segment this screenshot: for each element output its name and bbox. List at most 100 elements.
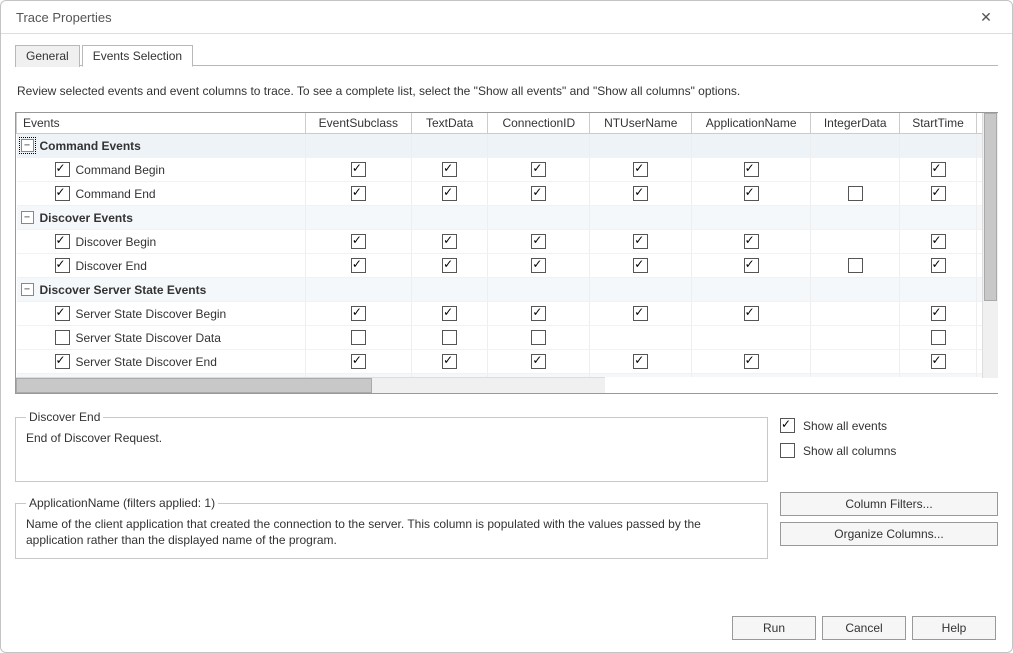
cell-checkbox[interactable] [744,186,759,201]
event-label: Server State Discover Data [76,331,221,345]
col-eventsubclass[interactable]: EventSubclass [305,113,411,134]
col-starttime[interactable]: StartTime [900,113,976,134]
cell-checkbox[interactable] [931,234,946,249]
cell-checkbox[interactable] [931,354,946,369]
close-icon[interactable]: ✕ [970,1,1002,33]
run-button[interactable]: Run [732,616,816,640]
column-filters-button[interactable]: Column Filters... [780,492,998,516]
event-row-checkbox[interactable] [55,354,70,369]
cell-checkbox[interactable] [931,162,946,177]
cell-checkbox[interactable] [442,306,457,321]
cell-checkbox[interactable] [848,186,863,201]
col-applicationname[interactable]: ApplicationName [692,113,811,134]
cell-checkbox[interactable] [351,306,366,321]
show-all-columns-checkbox[interactable] [780,443,795,458]
column-help-text: Name of the client application that crea… [26,516,757,548]
col-integerdata[interactable]: IntegerData [811,113,900,134]
group-row[interactable]: −Discover Server State Events [17,278,998,302]
instruction-text: Review selected events and event columns… [17,84,998,98]
col-ntusername[interactable]: NTUserName [590,113,692,134]
tabstrip: General Events Selection [15,44,998,66]
event-row-checkbox[interactable] [55,234,70,249]
cell-checkbox[interactable] [633,306,648,321]
cell-checkbox[interactable] [351,162,366,177]
cell-checkbox[interactable] [633,354,648,369]
collapse-icon[interactable]: − [21,211,34,224]
cell-checkbox[interactable] [931,186,946,201]
event-label: Command Begin [76,163,165,177]
vertical-scrollbar[interactable] [982,113,998,378]
organize-columns-button[interactable]: Organize Columns... [780,522,998,546]
cell-checkbox[interactable] [351,330,366,345]
tab-events-selection[interactable]: Events Selection [82,45,193,67]
cell-checkbox[interactable] [442,186,457,201]
event-row[interactable]: Server State Discover End [17,350,998,374]
titlebar: Trace Properties ✕ [1,1,1012,33]
cell-checkbox[interactable] [744,234,759,249]
cell-checkbox[interactable] [931,258,946,273]
cell-checkbox[interactable] [931,306,946,321]
event-label: Command End [76,187,156,201]
cell-checkbox[interactable] [633,234,648,249]
tab-general[interactable]: General [15,45,80,67]
cell-checkbox[interactable] [931,330,946,345]
column-help-box: ApplicationName (filters applied: 1) Nam… [15,496,768,559]
grid-header-row: Events EventSubclass TextData Connection… [17,113,998,134]
cell-checkbox[interactable] [351,354,366,369]
event-row-checkbox[interactable] [55,330,70,345]
cell-checkbox[interactable] [744,162,759,177]
cell-checkbox[interactable] [531,306,546,321]
show-all-events-label: Show all events [803,419,887,433]
cell-checkbox[interactable] [531,354,546,369]
horizontal-scrollbar[interactable] [16,377,605,393]
event-row-checkbox[interactable] [55,186,70,201]
event-row[interactable]: Discover Begin [17,230,998,254]
cell-checkbox[interactable] [351,234,366,249]
cell-checkbox[interactable] [744,354,759,369]
group-label: Discover Events [40,211,133,225]
cell-checkbox[interactable] [531,330,546,345]
cell-checkbox[interactable] [351,186,366,201]
show-all-events-option[interactable]: Show all events [780,418,998,433]
group-row[interactable]: −Command Events [17,134,998,158]
event-row[interactable]: Server State Discover Data [17,326,998,350]
column-help-legend: ApplicationName (filters applied: 1) [26,496,218,510]
col-events[interactable]: Events [17,113,306,134]
cancel-button[interactable]: Cancel [822,616,906,640]
cell-checkbox[interactable] [633,186,648,201]
cell-checkbox[interactable] [442,258,457,273]
event-row[interactable]: Command End [17,182,998,206]
event-row[interactable]: Server State Discover Begin [17,302,998,326]
cell-checkbox[interactable] [442,330,457,345]
cell-checkbox[interactable] [744,258,759,273]
show-all-columns-option[interactable]: Show all columns [780,443,998,458]
collapse-icon[interactable]: − [21,139,34,152]
event-row[interactable]: Command Begin [17,158,998,182]
event-row-checkbox[interactable] [55,258,70,273]
cell-checkbox[interactable] [633,162,648,177]
cell-checkbox[interactable] [442,354,457,369]
cell-checkbox[interactable] [351,258,366,273]
cell-checkbox[interactable] [531,234,546,249]
event-row[interactable]: Discover End [17,254,998,278]
cell-checkbox[interactable] [531,186,546,201]
event-help-text: End of Discover Request. [26,430,757,446]
events-grid[interactable]: Events EventSubclass TextData Connection… [15,112,998,394]
group-label: Discover Server State Events [40,283,207,297]
cell-checkbox[interactable] [848,258,863,273]
show-all-events-checkbox[interactable] [780,418,795,433]
cell-checkbox[interactable] [442,234,457,249]
col-textdata[interactable]: TextData [411,113,487,134]
collapse-icon[interactable]: − [21,283,34,296]
event-row-checkbox[interactable] [55,162,70,177]
cell-checkbox[interactable] [531,258,546,273]
help-button[interactable]: Help [912,616,996,640]
event-row-checkbox[interactable] [55,306,70,321]
group-label: Command Events [40,139,141,153]
cell-checkbox[interactable] [531,162,546,177]
group-row[interactable]: −Discover Events [17,206,998,230]
cell-checkbox[interactable] [442,162,457,177]
cell-checkbox[interactable] [744,306,759,321]
col-connectionid[interactable]: ConnectionID [488,113,590,134]
cell-checkbox[interactable] [633,258,648,273]
